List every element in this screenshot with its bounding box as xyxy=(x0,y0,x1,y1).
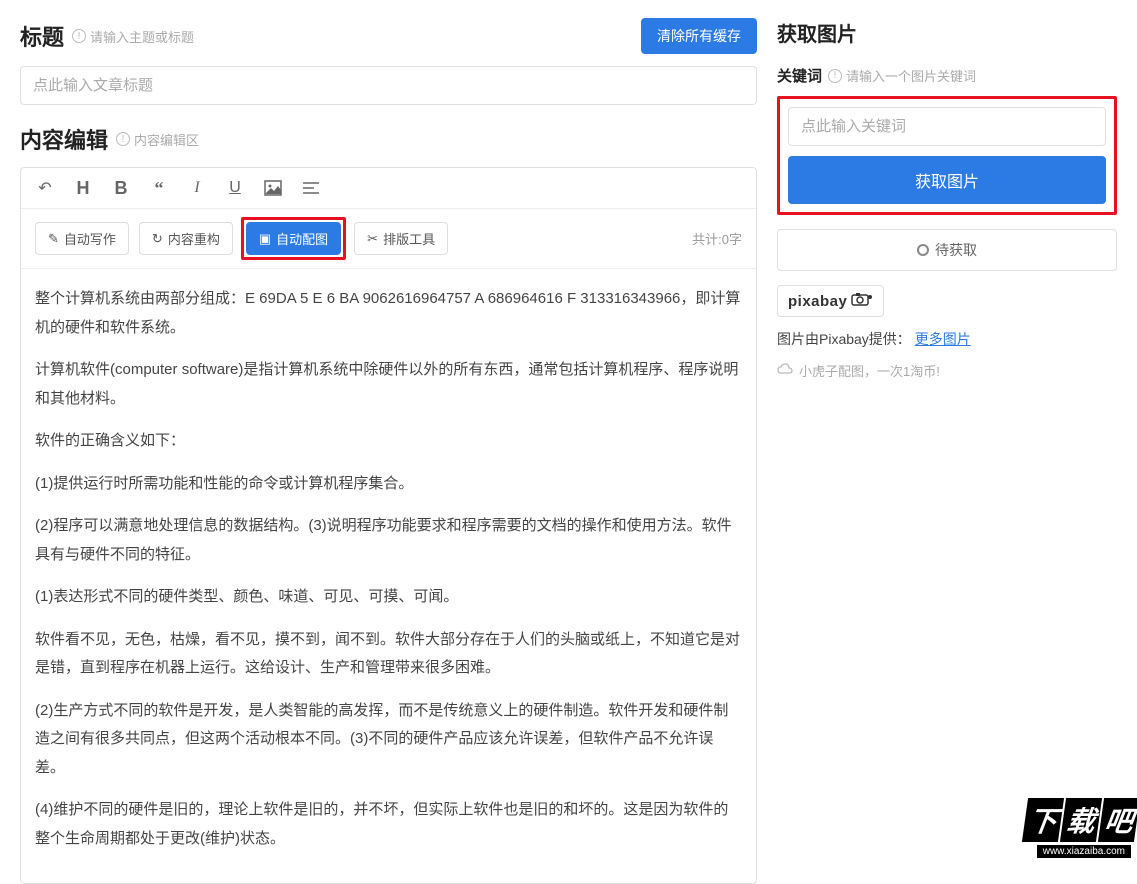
pending-status: 待获取 xyxy=(777,229,1117,271)
italic-icon[interactable]: I xyxy=(187,178,207,198)
word-count: 共计:0字 xyxy=(692,229,742,248)
cloud-icon xyxy=(777,363,793,378)
pencil-icon: ✎ xyxy=(48,231,59,247)
title-hint: ! 请输入主题或标题 xyxy=(72,27,194,46)
highlight-box: ▣ 自动配图 xyxy=(241,217,346,260)
more-images-link[interactable]: 更多图片 xyxy=(915,331,971,347)
action-toolbar: ✎ 自动写作 ↻ 内容重构 ▣ 自动配图 ✂ 排版工具 xyxy=(21,209,756,269)
paragraph: (4)维护不同的硬件是旧的，理论上软件是旧的，并不坏，但实际上软件也是旧的和坏的… xyxy=(35,796,742,853)
keyword-hint: ! 请输入一个图片关键词 xyxy=(828,66,976,85)
underline-icon[interactable]: U xyxy=(225,178,245,198)
undo-icon[interactable]: ↶ xyxy=(35,178,55,198)
paragraph: (1)表达形式不同的硬件类型、颜色、味道、可见、可摸、可闻。 xyxy=(35,583,742,612)
image-icon[interactable] xyxy=(263,178,283,198)
auto-image-button[interactable]: ▣ 自动配图 xyxy=(246,222,341,255)
paragraph: (1)提供运行时所需功能和性能的命令或计算机程序集合。 xyxy=(35,470,742,499)
refresh-icon: ↻ xyxy=(152,231,163,247)
fetch-image-button[interactable]: 获取图片 xyxy=(788,156,1106,204)
clear-cache-button[interactable]: 清除所有缓存 xyxy=(641,18,757,54)
editor-content[interactable]: 整个计算机系统由两部分组成：E 69DA 5 E 6 BA 9062616964… xyxy=(21,269,756,883)
fetch-image-heading: 获取图片 xyxy=(777,18,1117,47)
paragraph: 整个计算机系统由两部分组成：E 69DA 5 E 6 BA 9062616964… xyxy=(35,285,742,342)
align-icon[interactable] xyxy=(301,178,321,198)
title-heading: 标题 xyxy=(20,20,64,52)
content-header: 内容编辑 ! 内容编辑区 xyxy=(20,123,757,155)
highlight-box: 获取图片 xyxy=(777,96,1117,215)
info-icon: ! xyxy=(72,29,86,43)
auto-write-button[interactable]: ✎ 自动写作 xyxy=(35,222,129,255)
keyword-label-row: 关键词 ! 请输入一个图片关键词 xyxy=(777,65,1117,86)
layout-tool-button[interactable]: ✂ 排版工具 xyxy=(354,222,448,255)
pixabay-badge: pixabay xyxy=(777,285,884,317)
footer-note: 小虎子配图，一次1淘币! xyxy=(777,361,1117,380)
keyword-input[interactable] xyxy=(788,107,1106,146)
paragraph: 软件看不见，无色，枯燥，看不见，摸不到，闻不到。软件大部分存在于人们的头脑或纸上… xyxy=(35,626,742,683)
paragraph: 计算机软件(computer software)是指计算机系统中除硬件以外的所有… xyxy=(35,356,742,413)
format-toolbar: ↶ H B “ I U xyxy=(21,168,756,209)
content-heading: 内容编辑 xyxy=(20,123,108,155)
bold-icon[interactable]: B xyxy=(111,178,131,198)
restructure-button[interactable]: ↻ 内容重构 xyxy=(139,222,233,255)
editor-box: ↶ H B “ I U ✎ 自动写作 ↻ xyxy=(20,167,757,884)
heading-icon[interactable]: H xyxy=(73,178,93,198)
title-input[interactable] xyxy=(20,66,757,105)
circle-icon xyxy=(917,244,929,256)
content-hint: ! 内容编辑区 xyxy=(116,130,199,149)
paragraph: (2)程序可以满意地处理信息的数据结构。(3)说明程序功能要求和程序需要的文档的… xyxy=(35,512,742,569)
layout-icon: ✂ xyxy=(367,231,378,247)
info-icon: ! xyxy=(828,69,842,83)
title-header: 标题 ! 请输入主题或标题 清除所有缓存 xyxy=(20,18,757,54)
image-match-icon: ▣ xyxy=(259,231,271,247)
quote-icon[interactable]: “ xyxy=(149,178,169,198)
paragraph: 软件的正确含义如下： xyxy=(35,427,742,456)
info-icon: ! xyxy=(116,132,130,146)
provider-row: 图片由Pixabay提供： 更多图片 xyxy=(777,329,1117,349)
keyword-label: 关键词 xyxy=(777,65,822,86)
paragraph: (2)生产方式不同的软件是开发，是人类智能的高发挥，而不是传统意义上的硬件制造。… xyxy=(35,697,742,783)
camera-icon xyxy=(851,292,873,310)
